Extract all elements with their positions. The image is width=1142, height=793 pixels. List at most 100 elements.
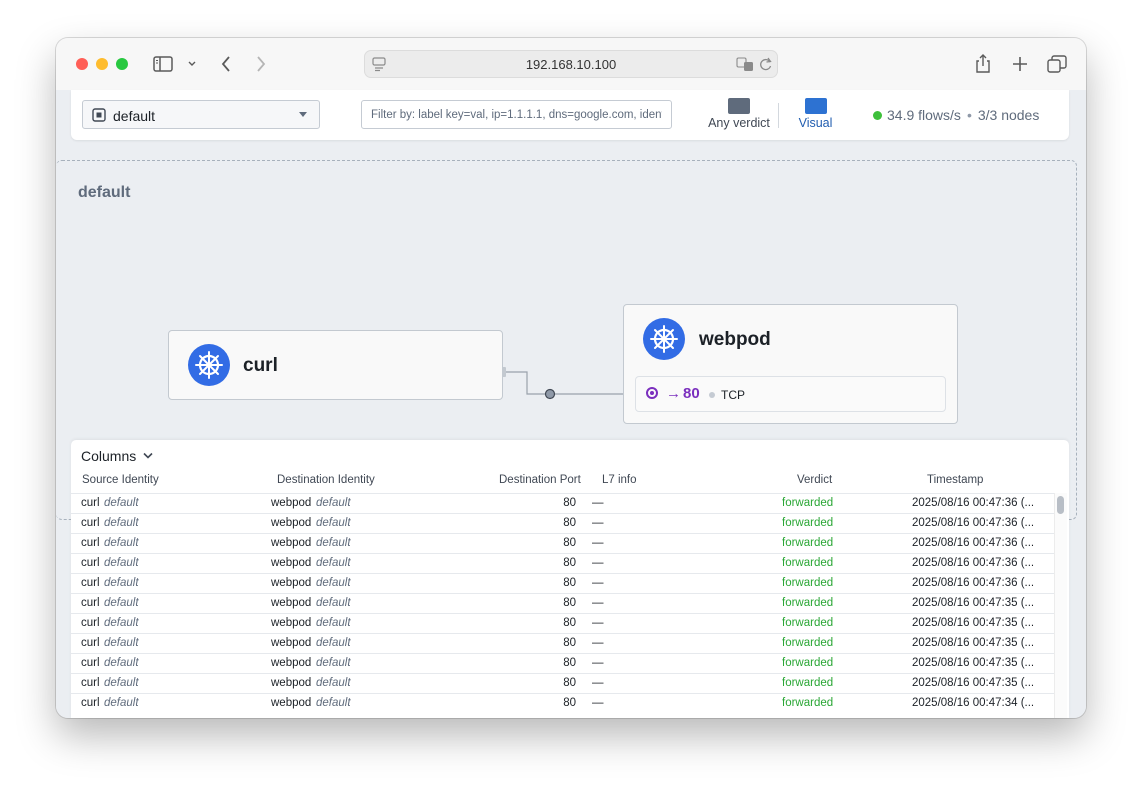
timestamp: 2025/08/16 00:47:36 (... xyxy=(912,557,1035,569)
destination-namespace: default xyxy=(316,677,351,689)
header-port[interactable]: Destination Port xyxy=(499,474,581,486)
destination-name: webpod xyxy=(271,597,312,609)
forward-icon[interactable] xyxy=(250,53,272,75)
share-icon[interactable] xyxy=(972,53,994,75)
header-l7[interactable]: L7 info xyxy=(602,474,637,486)
table-row[interactable]: curl default webpod default 80 — forwarded 2025… xyxy=(71,573,1056,593)
destination-name: webpod xyxy=(271,657,312,669)
destination-port: 80 xyxy=(563,617,576,629)
table-row[interactable]: curl default webpod default 80 — forwarded 2025… xyxy=(71,613,1056,633)
minimize-window-button[interactable] xyxy=(96,58,108,70)
l7-info: — xyxy=(592,617,604,629)
hubble-ui: default Any verdict Visual 34.9 flows/s•… xyxy=(56,90,1086,718)
timestamp: 2025/08/16 00:47:34 (... xyxy=(912,697,1035,709)
destination-port: 80 xyxy=(563,597,576,609)
maximize-window-button[interactable] xyxy=(116,58,128,70)
source-namespace: default xyxy=(104,617,139,629)
timestamp: 2025/08/16 00:47:36 (... xyxy=(912,577,1035,589)
destination-port: 80 xyxy=(563,497,576,509)
scrollbar-thumb[interactable] xyxy=(1057,496,1064,514)
source-name: curl xyxy=(81,577,100,589)
destination-name: webpod xyxy=(271,557,312,569)
service-card-webpod[interactable]: webpod → 80 TCP xyxy=(623,304,958,424)
verdict: forwarded xyxy=(782,517,834,529)
port-number: 80 xyxy=(683,385,700,402)
source-namespace: default xyxy=(104,497,139,509)
source-name: curl xyxy=(81,557,100,569)
destination-name: webpod xyxy=(271,677,312,689)
verdict: forwarded xyxy=(782,497,834,509)
arrow-right-icon: → xyxy=(666,385,681,402)
destination-namespace: default xyxy=(316,517,351,529)
table-row[interactable]: curl default webpod default 80 — forwarded 2025… xyxy=(71,633,1056,653)
verdict: forwarded xyxy=(782,577,834,589)
source-name: curl xyxy=(81,637,100,649)
destination-port: 80 xyxy=(563,697,576,709)
destination-name: webpod xyxy=(271,517,312,529)
l7-info: — xyxy=(592,657,604,669)
table-row[interactable]: curl default webpod default 80 — forwarded 2025… xyxy=(71,653,1056,673)
l7-info: — xyxy=(592,557,604,569)
verdict: forwarded xyxy=(782,597,834,609)
source-namespace: default xyxy=(104,637,139,649)
source-namespace: default xyxy=(104,697,139,709)
service-card-curl[interactable]: curl xyxy=(168,330,503,400)
source-namespace: default xyxy=(104,657,139,669)
source-name: curl xyxy=(81,597,100,609)
source-name: curl xyxy=(81,697,100,709)
address-bar[interactable]: 192.168.10.100 xyxy=(364,50,778,78)
flows-table-panel: Columns Source Identity Destination Iden… xyxy=(71,440,1069,718)
reload-icon[interactable] xyxy=(759,56,773,72)
destination-namespace: default xyxy=(316,597,351,609)
scrollbar-track[interactable] xyxy=(1054,493,1067,718)
header-destination[interactable]: Destination Identity xyxy=(277,474,375,486)
l7-info: — xyxy=(592,597,604,609)
destination-name: webpod xyxy=(271,577,312,589)
table-row[interactable]: curl default webpod default 80 — forwarded 2025… xyxy=(71,533,1056,553)
chevron-down-icon xyxy=(143,452,153,459)
source-name: curl xyxy=(81,677,100,689)
table-row[interactable]: curl default webpod default 80 — forwarded 2025… xyxy=(71,513,1056,533)
l7-info: — xyxy=(592,517,604,529)
l7-info: — xyxy=(592,697,604,709)
verdict: forwarded xyxy=(782,617,834,629)
table-row[interactable]: curl default webpod default 80 — forwarded 2025… xyxy=(71,593,1056,613)
endpoint-icon xyxy=(646,387,658,399)
l7-info: — xyxy=(592,577,604,589)
tabs-overview-icon[interactable] xyxy=(1046,53,1068,75)
destination-name: webpod xyxy=(271,617,312,629)
close-window-button[interactable] xyxy=(76,58,88,70)
endpoint-port[interactable]: → 80 TCP xyxy=(635,376,946,412)
table-row[interactable]: curl default webpod default 80 — forwarded 2025… xyxy=(71,553,1056,573)
l7-info: — xyxy=(592,677,604,689)
new-tab-icon[interactable] xyxy=(1009,53,1031,75)
translate-icon[interactable] xyxy=(736,56,754,72)
verdict: forwarded xyxy=(782,537,834,549)
service-name: webpod xyxy=(699,329,771,350)
header-source[interactable]: Source Identity xyxy=(82,474,159,486)
header-verdict[interactable]: Verdict xyxy=(797,474,832,486)
destination-namespace: default xyxy=(316,537,351,549)
columns-button[interactable]: Columns xyxy=(81,448,154,464)
back-icon[interactable] xyxy=(215,53,237,75)
chevron-down-icon[interactable] xyxy=(181,53,203,75)
source-namespace: default xyxy=(104,557,139,569)
source-namespace: default xyxy=(104,577,139,589)
timestamp: 2025/08/16 00:47:35 (... xyxy=(912,677,1035,689)
verdict: forwarded xyxy=(782,677,834,689)
table-row[interactable]: curl default webpod default 80 — forwarded 2025… xyxy=(71,693,1056,713)
timestamp: 2025/08/16 00:47:36 (... xyxy=(912,537,1035,549)
verdict: forwarded xyxy=(782,657,834,669)
sidebar-icon[interactable] xyxy=(152,53,174,75)
header-timestamp[interactable]: Timestamp xyxy=(927,474,983,486)
destination-port: 80 xyxy=(563,677,576,689)
destination-port: 80 xyxy=(563,557,576,569)
table-row[interactable]: curl default webpod default 80 — forwarded 2025… xyxy=(71,493,1056,513)
timestamp: 2025/08/16 00:47:35 (... xyxy=(912,617,1035,629)
source-namespace: default xyxy=(104,597,139,609)
table-row[interactable]: curl default webpod default 80 — forwarded 2025… xyxy=(71,673,1056,693)
timestamp: 2025/08/16 00:47:35 (... xyxy=(912,637,1035,649)
source-name: curl xyxy=(81,497,100,509)
destination-namespace: default xyxy=(316,557,351,569)
destination-port: 80 xyxy=(563,657,576,669)
